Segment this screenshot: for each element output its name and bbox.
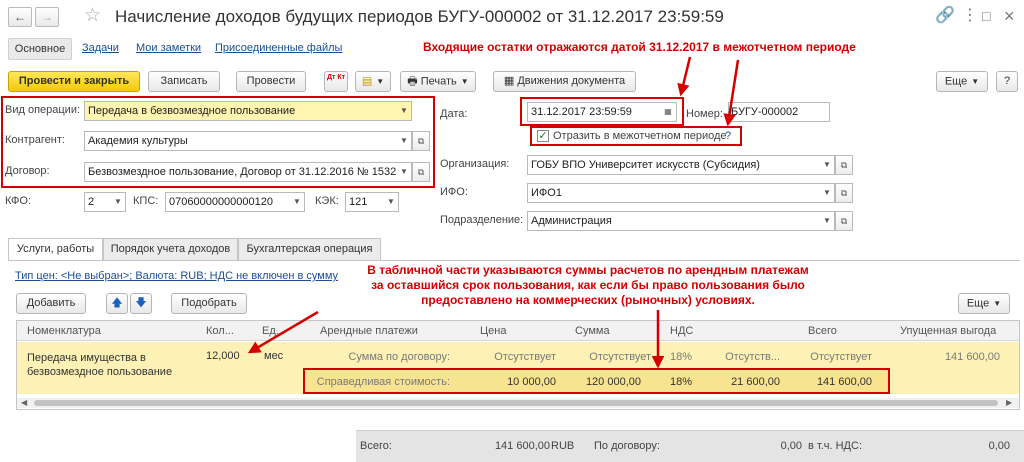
annotation-arrows [247,56,740,369]
arrow-to-date [677,56,692,97]
arrow-to-qty [247,310,319,354]
arrow-to-checkbox [723,59,740,127]
